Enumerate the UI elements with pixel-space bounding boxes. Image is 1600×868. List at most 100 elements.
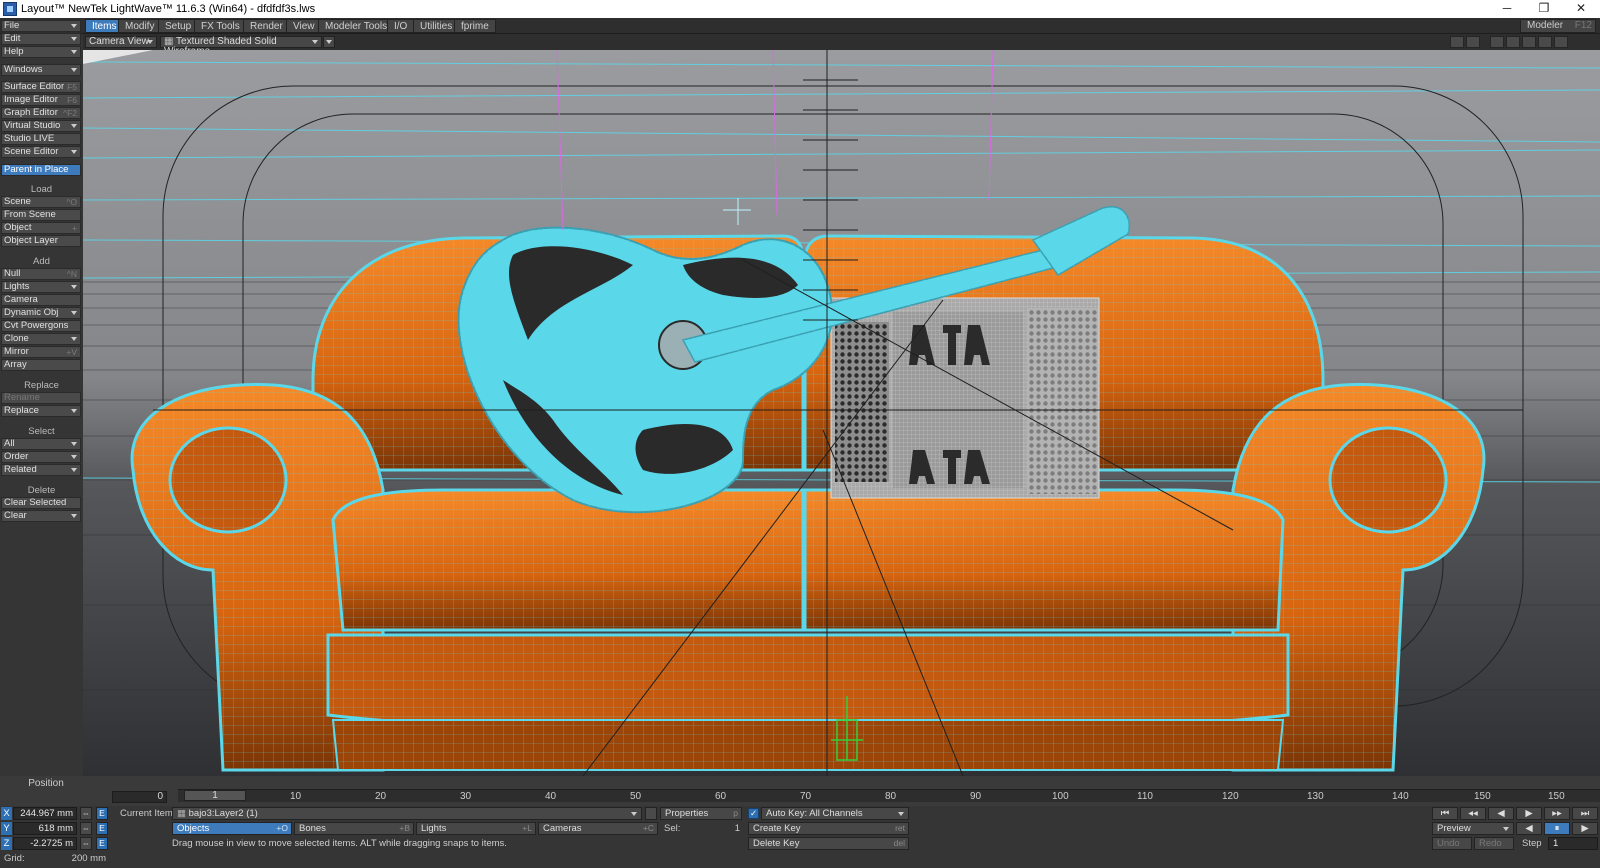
clear-selected-button[interactable]: Clear Selected: [1, 497, 81, 509]
restore-button[interactable]: ❐: [1525, 0, 1563, 18]
go-to-first-frame-button[interactable]: ⏮: [1432, 807, 1458, 820]
add-section-header: Add: [33, 256, 50, 267]
camera-viewport[interactable]: [83, 50, 1600, 776]
graph-editor-button[interactable]: Graph Editor ^F2: [1, 107, 81, 119]
current-frame-slider[interactable]: 1: [184, 790, 246, 801]
clone-menu[interactable]: Clone: [1, 333, 81, 345]
load-from-scene-button[interactable]: From Scene: [1, 209, 81, 221]
lights-mode-button[interactable]: Lights +L: [416, 822, 536, 835]
play-reverse-button[interactable]: ◀: [1516, 822, 1542, 835]
add-camera-button[interactable]: Camera: [1, 294, 81, 306]
close-button[interactable]: ✕: [1562, 0, 1600, 18]
start-frame-field[interactable]: 0: [112, 791, 167, 803]
scene-editor-menu[interactable]: Scene Editor: [1, 146, 81, 158]
preview-select[interactable]: Preview: [1432, 822, 1514, 835]
chevron-down-icon: [71, 337, 77, 341]
tab-fx-tools[interactable]: FX Tools: [194, 19, 247, 33]
tick-label: 150: [1474, 791, 1491, 802]
x-position-field[interactable]: 244.967 mm: [13, 807, 77, 820]
rotate-view-icon[interactable]: [1506, 36, 1520, 48]
lights-label: Lights: [421, 823, 447, 834]
auto-key-select[interactable]: Auto Key: All Channels: [761, 807, 909, 820]
bones-mode-button[interactable]: Bones +B: [294, 822, 414, 835]
previous-frame-button[interactable]: ◀: [1488, 807, 1514, 820]
zoom-view-icon[interactable]: [1538, 36, 1552, 48]
tab-render[interactable]: Render: [243, 19, 290, 33]
play-forward-button[interactable]: ▶: [1572, 822, 1598, 835]
tab-utilities[interactable]: Utilities: [413, 19, 460, 33]
objects-mode-button[interactable]: Objects +O: [172, 822, 292, 835]
lights-label: Lights: [4, 281, 30, 292]
item-info-icon[interactable]: [645, 807, 657, 820]
add-lights-menu[interactable]: Lights: [1, 281, 81, 293]
select-order-menu[interactable]: Order: [1, 451, 81, 463]
add-null-button[interactable]: Null ^N: [1, 268, 81, 280]
tab-setup[interactable]: Setup: [158, 19, 199, 33]
redo-button[interactable]: Redo: [1474, 837, 1514, 850]
view-mode-select[interactable]: Camera View: [85, 36, 157, 48]
y-envelope-button[interactable]: E: [96, 822, 108, 835]
replace-menu[interactable]: Replace: [1, 405, 81, 417]
tab-modeler-tools[interactable]: Modeler Tools: [318, 19, 395, 33]
image-editor-button[interactable]: Image Editor F6: [1, 94, 81, 106]
current-item-select[interactable]: ▦ bajo3:Layer2 (1): [172, 807, 642, 820]
properties-button[interactable]: Properties p: [660, 807, 742, 820]
pause-button[interactable]: ⏸: [1544, 822, 1570, 835]
x-envelope-button[interactable]: E: [96, 807, 108, 820]
file-label: File: [4, 20, 20, 31]
rename-button[interactable]: Rename: [1, 392, 81, 404]
load-object-button[interactable]: Object +: [1, 222, 81, 234]
studio-live-button[interactable]: Studio LIVE: [1, 133, 81, 145]
load-object-layer-button[interactable]: Object Layer: [1, 235, 81, 247]
cvt-powergons-button[interactable]: Cvt Powergons: [1, 320, 81, 332]
load-scene-button[interactable]: Scene ^O: [1, 196, 81, 208]
z-arrows-icon[interactable]: ⇔: [80, 837, 92, 850]
shortcut: +O: [276, 823, 288, 833]
tab-io[interactable]: I/O: [387, 19, 415, 33]
minimize-button[interactable]: ─: [1488, 0, 1526, 18]
step-field[interactable]: 1: [1548, 837, 1598, 850]
viewport-options-button[interactable]: [323, 36, 335, 48]
y-arrows-icon[interactable]: ⇔: [80, 822, 92, 835]
tab-fprime[interactable]: fprime: [454, 19, 496, 33]
tab-view[interactable]: View: [286, 19, 322, 33]
parent-in-place-toggle[interactable]: Parent in Place: [1, 164, 81, 176]
previous-key-button[interactable]: ◂◂: [1460, 807, 1486, 820]
help-label: Help: [4, 46, 24, 57]
next-frame-button[interactable]: ▶: [1516, 807, 1542, 820]
mirror-button[interactable]: Mirror +V: [1, 346, 81, 358]
virtual-studio-menu[interactable]: Virtual Studio: [1, 120, 81, 132]
help-menu[interactable]: Help: [1, 46, 81, 58]
go-to-last-frame-button[interactable]: ⏭: [1572, 807, 1598, 820]
tab-modify[interactable]: Modify: [118, 19, 162, 33]
y-position-field[interactable]: 618 mm: [13, 822, 77, 835]
array-button[interactable]: Array: [1, 359, 81, 371]
modeler-button[interactable]: Modeler F12: [1520, 19, 1596, 33]
viewport-layout-icon[interactable]: [1466, 36, 1480, 48]
select-all-menu[interactable]: All: [1, 438, 81, 450]
windows-menu[interactable]: Windows: [1, 64, 81, 76]
x-arrows-icon[interactable]: ⇔: [80, 807, 92, 820]
delete-key-button[interactable]: Delete Key del: [748, 837, 909, 850]
add-dynamic-obj-menu[interactable]: Dynamic Obj: [1, 307, 81, 319]
shortcut: ^F2: [63, 108, 77, 118]
clear-menu[interactable]: Clear: [1, 510, 81, 522]
move-view-icon[interactable]: [1490, 36, 1504, 48]
maximize-viewport-icon[interactable]: [1554, 36, 1568, 48]
surface-editor-button[interactable]: Surface Editor F5: [1, 81, 81, 93]
create-key-button[interactable]: Create Key ret: [748, 822, 909, 835]
edit-menu[interactable]: Edit: [1, 33, 81, 45]
end-frame-field[interactable]: 150: [1548, 791, 1565, 802]
undo-button[interactable]: Undo: [1432, 837, 1472, 850]
z-envelope-button[interactable]: E: [96, 837, 108, 850]
z-position-field[interactable]: -2.2725 m: [13, 837, 77, 850]
auto-key-checkbox[interactable]: ✓: [748, 808, 759, 819]
next-key-button[interactable]: ▸▸: [1544, 807, 1570, 820]
dolly-view-icon[interactable]: [1522, 36, 1536, 48]
file-menu[interactable]: File: [1, 20, 81, 32]
scene-render[interactable]: [83, 50, 1600, 776]
shading-mode-select[interactable]: ▦ Textured Shaded Solid Wireframe: [160, 36, 322, 57]
select-related-menu[interactable]: Related: [1, 464, 81, 476]
cameras-mode-button[interactable]: Cameras +C: [538, 822, 658, 835]
viewport-list-icon[interactable]: [1450, 36, 1464, 48]
